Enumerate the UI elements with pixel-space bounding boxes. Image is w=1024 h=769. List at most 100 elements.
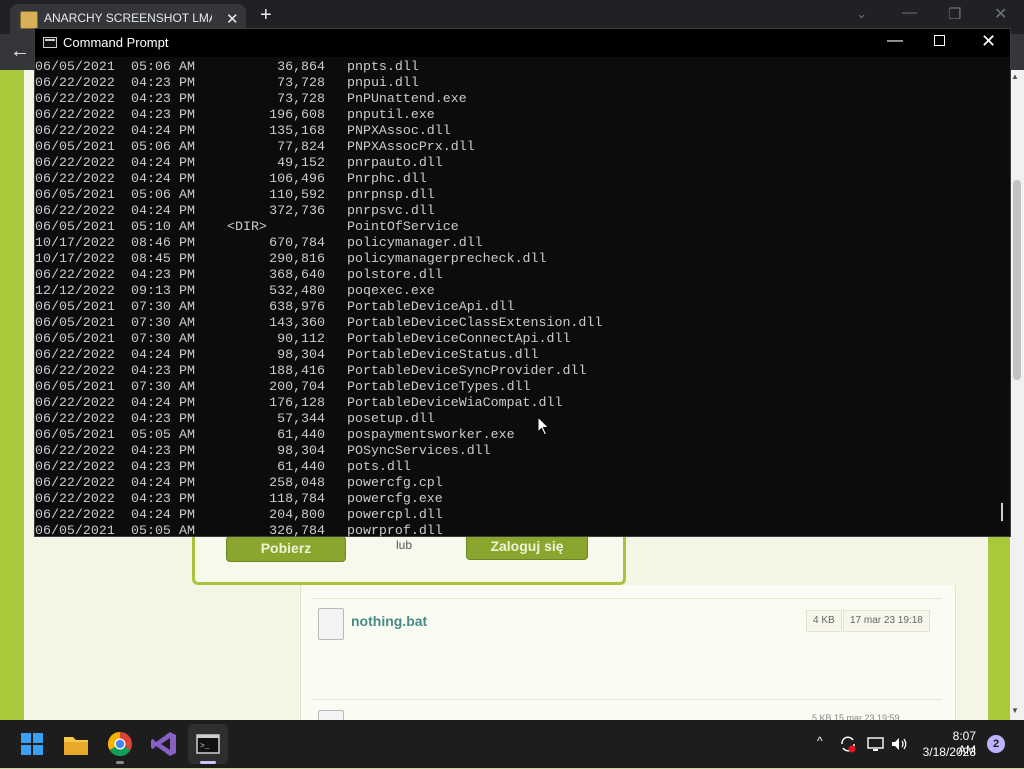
terminal-icon: >_ [196, 734, 220, 754]
entry-time: 05:06 [131, 59, 171, 74]
minimize-icon[interactable]: — [887, 32, 903, 50]
entry-ampm: AM [179, 427, 195, 442]
cmd-window-title: Command Prompt [63, 35, 169, 50]
entry-name: pots.dll [347, 459, 411, 474]
entry-date: 06/22/2022 [35, 267, 115, 282]
entry-name: powercfg.cpl [347, 475, 443, 490]
chrome-button[interactable] [100, 724, 140, 764]
entry-name: powercfg.exe [347, 491, 443, 506]
entry-date: 06/22/2022 [35, 203, 115, 218]
page-scrollbar-thumb[interactable] [1013, 180, 1021, 380]
mouse-pointer-icon [537, 416, 550, 436]
entry-date: 06/22/2022 [35, 395, 115, 410]
entry-time: 04:23 [131, 411, 171, 426]
cmd-scrollbar-thumb[interactable] [1001, 503, 1003, 521]
browser-close-icon[interactable]: ✕ [994, 4, 1007, 24]
entry-size: 110,592 [269, 187, 325, 202]
entry-size: 73,728 [277, 75, 325, 90]
entry-ampm: PM [179, 235, 195, 250]
login-button[interactable]: Zaloguj się [466, 534, 588, 560]
entry-ampm: PM [179, 459, 195, 474]
entry-time: 05:06 [131, 139, 171, 154]
volume-icon[interactable] [890, 735, 910, 753]
entry-time: 07:30 [131, 379, 171, 394]
network-icon[interactable] [866, 735, 886, 753]
entry-ampm: AM [179, 187, 195, 202]
sync-icon[interactable] [838, 734, 858, 754]
entry-size: 200,704 [269, 379, 325, 394]
entry-size: 49,152 [277, 155, 325, 170]
chevron-up-icon[interactable]: ^ [817, 734, 823, 748]
entry-size: 204,800 [269, 507, 325, 522]
command-prompt-window[interactable]: Command Prompt — ✕ 06/05/2021 05:06 AM 36,8… [34, 28, 1011, 537]
entry-size: 73,728 [277, 91, 325, 106]
scroll-down-icon[interactable]: ▼ [1011, 706, 1019, 715]
entry-ampm: AM [179, 379, 195, 394]
entry-date: 06/05/2021 [35, 187, 115, 202]
entry-size: 143,360 [269, 315, 325, 330]
cmd-title-bar[interactable]: Command Prompt — ✕ [35, 29, 1010, 57]
maximize-icon[interactable] [934, 35, 945, 46]
entry-ampm: PM [179, 411, 195, 426]
entry-time: 04:23 [131, 107, 171, 122]
download-button[interactable]: Pobierz [226, 536, 346, 562]
tab-search-icon[interactable]: ⌄ [856, 6, 867, 22]
entry-time: 04:24 [131, 507, 171, 522]
page-scrollbar[interactable] [1010, 70, 1024, 720]
entry-name: PortableDeviceStatus.dll [347, 347, 539, 362]
entry-dir-tag: <DIR> [227, 219, 267, 234]
tab-close-icon[interactable]: ✕ [226, 10, 239, 28]
entry-date: 06/22/2022 [35, 91, 115, 106]
clock-date[interactable]: 3/18/2023 [920, 745, 976, 759]
entry-time: 04:24 [131, 395, 171, 410]
entry-time: 04:24 [131, 171, 171, 186]
entry-ampm: PM [179, 155, 195, 170]
file-explorer-button[interactable] [56, 724, 96, 764]
entry-ampm: PM [179, 75, 195, 90]
entry-name: PnPUnattend.exe [347, 91, 467, 106]
entry-name: pnrpnsp.dll [347, 187, 435, 202]
entry-ampm: PM [179, 363, 195, 378]
entry-date: 06/05/2021 [35, 427, 115, 442]
entry-size: 61,440 [277, 427, 325, 442]
visual-studio-button[interactable] [144, 724, 184, 764]
entry-date: 06/05/2021 [35, 331, 115, 346]
entry-size: 61,440 [277, 459, 325, 474]
entry-name: PNPXAssocPrx.dll [347, 139, 475, 154]
entry-time: 08:45 [131, 251, 171, 266]
entry-ampm: AM [179, 219, 195, 234]
entry-date: 06/22/2022 [35, 459, 115, 474]
back-arrow-icon[interactable]: ← [10, 40, 30, 63]
entry-name: PointOfService [347, 219, 459, 234]
new-tab-icon[interactable]: + [260, 5, 272, 25]
chrome-icon [107, 732, 132, 757]
entry-name: PortableDeviceClassExtension.dll [347, 315, 603, 330]
entry-time: 05:05 [131, 523, 171, 537]
entry-name: pnrpauto.dll [347, 155, 443, 170]
entry-time: 04:23 [131, 75, 171, 90]
entry-name: poqexec.exe [347, 283, 435, 298]
scroll-up-icon[interactable]: ▲ [1011, 72, 1019, 81]
entry-date: 06/22/2022 [35, 107, 115, 122]
command-prompt-taskbar-button[interactable]: >_ [188, 724, 228, 764]
entry-date: 10/17/2022 [35, 251, 115, 266]
entry-ampm: AM [179, 139, 195, 154]
directory-listing[interactable]: 06/05/2021 05:06 AM 36,864 pnpts.dll 06/22/20… [35, 59, 995, 537]
entry-date: 06/05/2021 [35, 139, 115, 154]
close-icon[interactable]: ✕ [981, 31, 996, 52]
running-indicator [116, 761, 124, 764]
entry-ampm: PM [179, 107, 195, 122]
entry-ampm: PM [179, 267, 195, 282]
entry-name: pnrpsvc.dll [347, 203, 435, 218]
windows-logo-icon [21, 733, 43, 755]
browser-minimize-icon[interactable]: — [902, 4, 917, 21]
entry-date: 06/05/2021 [35, 219, 115, 234]
entry-date: 06/22/2022 [35, 123, 115, 138]
entry-ampm: AM [179, 315, 195, 330]
entry-size: 176,128 [269, 395, 325, 410]
entry-ampm: AM [179, 59, 195, 74]
browser-restore-icon[interactable]: ❐ [948, 5, 961, 23]
notification-badge[interactable]: 2 [987, 735, 1005, 753]
start-button[interactable] [12, 724, 52, 764]
file-name-link[interactable]: nothing.bat [351, 613, 427, 629]
